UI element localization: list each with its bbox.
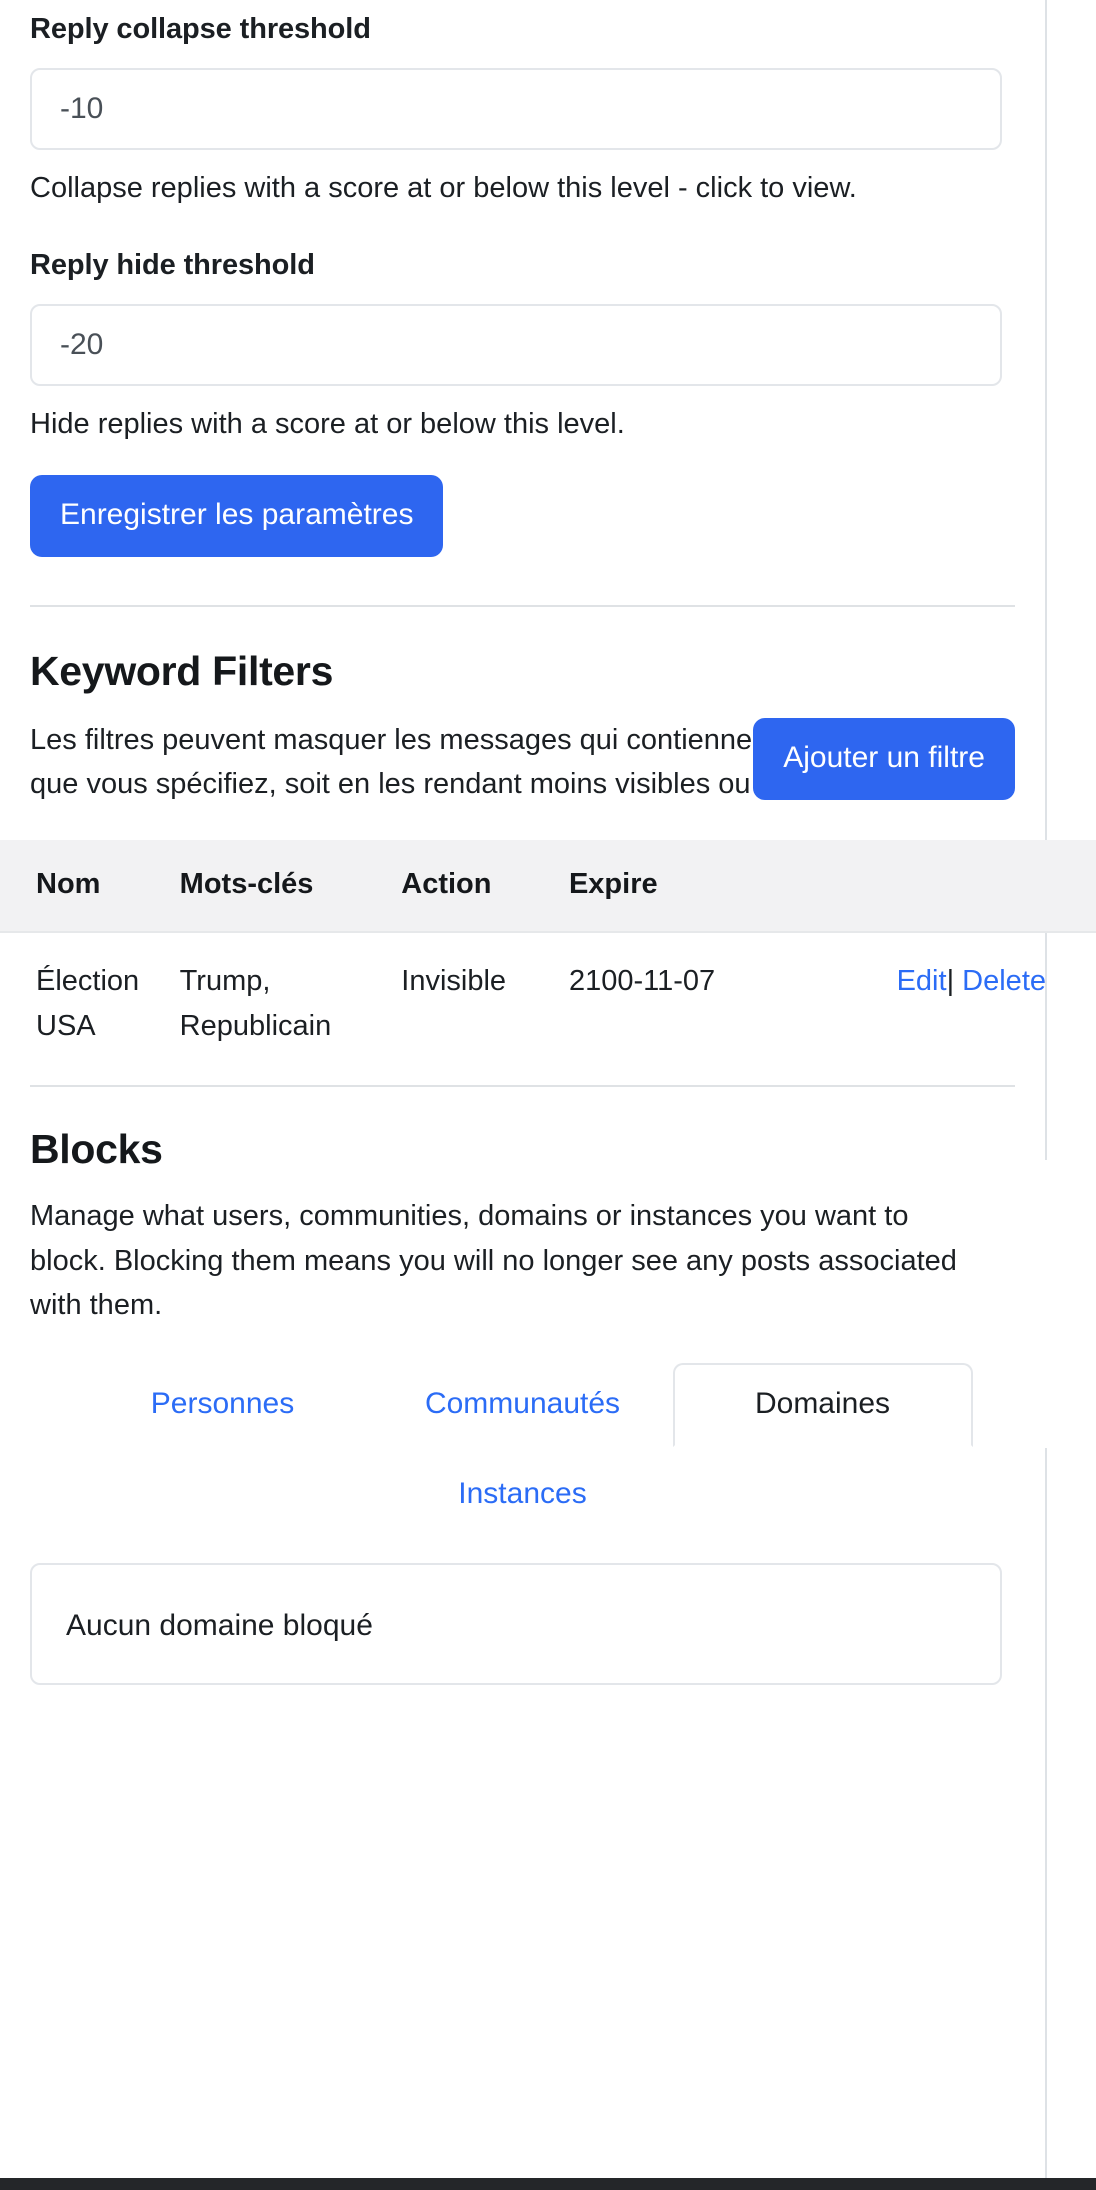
cell-nom: Élection USA [36, 965, 140, 1043]
column-header-nom: Nom [0, 840, 180, 934]
cell-mots-cles: Trump, Republicain [179, 965, 332, 1043]
table-header-row: Nom Mots-clés Action Expire [0, 840, 1096, 934]
reply-hide-threshold-input[interactable] [30, 304, 1002, 387]
keyword-filters-table: Nom Mots-clés Action Expire Élection USA… [0, 840, 1096, 1075]
keyword-filters-section: Keyword Filters Les filtres peuvent masq… [30, 647, 1015, 807]
cell-action: Invisible [401, 965, 507, 998]
tab-communautes[interactable]: Communautés [373, 1363, 673, 1447]
add-filter-button[interactable]: Ajouter un filtre [753, 717, 1015, 800]
cell-expire: 2100-11-07 [568, 965, 716, 998]
table-row: Élection USA Trump, Republicain Invisibl… [0, 932, 1096, 1075]
reply-collapse-threshold-group: Reply collapse threshold Collapse replie… [30, 0, 1015, 210]
save-settings-button[interactable]: Enregistrer les paramètres [30, 474, 444, 557]
table-head: Nom Mots-clés Action Expire [0, 840, 1096, 934]
blocks-title: Blocks [30, 1126, 163, 1173]
column-header-expire: Expire [568, 840, 809, 934]
save-settings-row: Enregistrer les paramètres [30, 474, 1015, 557]
reply-hide-threshold-help: Hide replies with a score at or below th… [30, 408, 625, 441]
reply-collapse-threshold-input[interactable] [30, 67, 1002, 150]
tab-domaines[interactable]: Domaines [672, 1363, 973, 1448]
delete-filter-link[interactable]: Delete [962, 965, 1046, 997]
reply-hide-threshold-group: Reply hide threshold Hide replies with a… [30, 248, 1015, 446]
column-header-action: Action [401, 840, 569, 934]
section-divider-blocks [30, 1085, 1015, 1088]
settings-page: Reply collapse threshold Collapse replie… [0, 0, 1096, 2190]
keyword-filters-title: Keyword Filters [30, 647, 334, 694]
column-divider-bottom [1045, 1448, 1047, 2190]
blocks-section: Blocks Manage what users, communities, d… [30, 1126, 1015, 1686]
blocked-domains-empty-card: Aucun domaine bloqué [30, 1563, 1002, 1686]
add-filter-button-wrap: Ajouter un filtre [753, 717, 1015, 800]
column-header-operations [808, 840, 1096, 934]
edit-filter-link[interactable]: Edit [897, 965, 947, 997]
blocks-tabs: Personnes Communautés Domaines Instances [30, 1363, 1015, 1537]
settings-content: Reply collapse threshold Collapse replie… [0, 0, 1096, 1686]
bottom-bar [0, 2178, 1096, 2190]
keyword-filters-table-wrap: Nom Mots-clés Action Expire Élection USA… [0, 840, 1096, 1075]
keyword-filters-header-row: Les filtres peuvent masquer les messages… [30, 717, 1015, 807]
reply-hide-threshold-label: Reply hide threshold [30, 249, 315, 282]
operations-separator: | [946, 965, 955, 998]
reply-collapse-threshold-help: Collapse replies with a score at or belo… [30, 171, 857, 204]
reply-collapse-threshold-label: Reply collapse threshold [30, 13, 371, 45]
table-body: Élection USA Trump, Republicain Invisibl… [0, 932, 1096, 1075]
tab-personnes[interactable]: Personnes [73, 1363, 373, 1447]
tab-instances[interactable]: Instances [373, 1453, 673, 1537]
column-header-mots-cles: Mots-clés [179, 840, 402, 934]
section-divider-keyword [30, 604, 1015, 607]
blocks-description: Manage what users, communities, domains … [30, 1200, 957, 1322]
cell-operations: Edit| Delete [809, 932, 1096, 1075]
